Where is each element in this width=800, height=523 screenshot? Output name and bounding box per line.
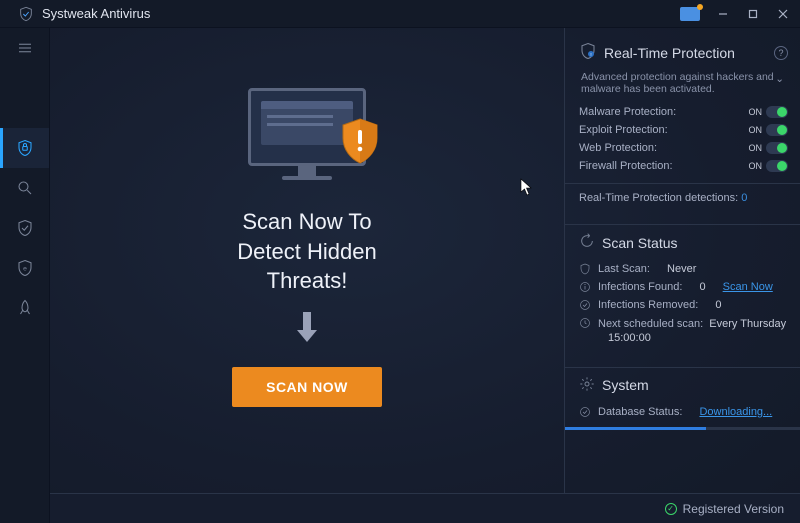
close-button[interactable] [770, 4, 796, 24]
download-progress [565, 427, 800, 430]
db-status-value: Downloading... [699, 406, 772, 418]
sidebar-item-scan[interactable] [0, 168, 49, 208]
gear-icon [579, 376, 595, 395]
infections-found-row: Infections Found: 0 Scan Now [579, 278, 788, 296]
maximize-button[interactable] [740, 4, 766, 24]
hero-section: Scan Now To Detect Hidden Threats! SCAN … [50, 28, 564, 523]
sidebar-item-exploit[interactable]: e [0, 248, 49, 288]
exploit-toggle[interactable]: ON [749, 124, 789, 136]
malware-toggle[interactable]: ON [749, 106, 789, 118]
app-title: Systweak Antivirus [42, 6, 680, 21]
sidebar-item-boost[interactable] [0, 288, 49, 328]
shield-warning-icon [340, 118, 380, 164]
toggle-exploit: Exploit Protection: ON [579, 121, 788, 139]
toggle-firewall: Firewall Protection: ON [579, 157, 788, 175]
svg-text:e: e [23, 265, 27, 272]
clock-icon [579, 317, 591, 329]
scan-now-link[interactable]: Scan Now [723, 281, 773, 293]
shield-small-icon [579, 263, 591, 275]
sidebar-menu-button[interactable] [0, 28, 49, 68]
app-logo-icon [18, 6, 34, 22]
window-controls [680, 4, 796, 24]
check-circle-icon [579, 406, 591, 418]
scan-status-title: Scan Status [602, 235, 678, 251]
next-scan-row: Next scheduled scan: Every Thursday 15:0… [579, 314, 788, 349]
hero-heading: Scan Now To Detect Hidden Threats! [237, 207, 376, 296]
system-section: System Database Status: Downloading... [579, 376, 788, 430]
sidebar: e [0, 28, 50, 523]
infections-removed-row: Infections Removed: 0 [579, 296, 788, 314]
monitor-illustration [242, 88, 372, 183]
minimize-button[interactable] [710, 4, 736, 24]
chevron-down-icon: ⌄ [775, 73, 784, 85]
registered-label: Registered Version [683, 502, 784, 516]
main-area: Scan Now To Detect Hidden Threats! SCAN … [50, 28, 800, 523]
db-status-row: Database Status: Downloading... [579, 403, 788, 421]
detections-row: Real-Time Protection detections: 0 [579, 192, 788, 204]
toggle-malware: Malware Protection: ON [579, 103, 788, 121]
check-circle-icon [579, 299, 591, 311]
arrow-down-icon [293, 310, 321, 349]
scan-status-section: Scan Status Last Scan: Never Infections … [579, 233, 788, 349]
sidebar-item-protection[interactable] [0, 128, 49, 168]
realtime-title: Real-Time Protection [604, 45, 735, 61]
sidebar-item-quarantine[interactable] [0, 208, 49, 248]
toggle-web: Web Protection: ON [579, 139, 788, 157]
detections-count: 0 [741, 192, 747, 204]
footer: ✓ Registered Version [50, 493, 800, 523]
web-toggle[interactable]: ON [749, 142, 789, 154]
realtime-desc[interactable]: Advanced protection against hackers and … [581, 71, 788, 95]
last-scan-row: Last Scan: Never [579, 260, 788, 278]
info-icon [579, 281, 591, 293]
svg-text:!: ! [590, 52, 591, 57]
system-title: System [602, 377, 649, 393]
right-panel: ! Real-Time Protection ? Advanced protec… [564, 28, 800, 523]
license-card-icon[interactable] [680, 7, 700, 21]
shield-alert-icon: ! [579, 42, 597, 63]
check-icon: ✓ [665, 503, 677, 515]
realtime-section: ! Real-Time Protection ? Advanced protec… [579, 42, 788, 206]
firewall-toggle[interactable]: ON [749, 160, 789, 172]
help-icon[interactable]: ? [774, 46, 788, 60]
titlebar: Systweak Antivirus [0, 0, 800, 28]
scan-now-button[interactable]: SCAN NOW [232, 367, 382, 407]
refresh-icon [579, 233, 595, 252]
